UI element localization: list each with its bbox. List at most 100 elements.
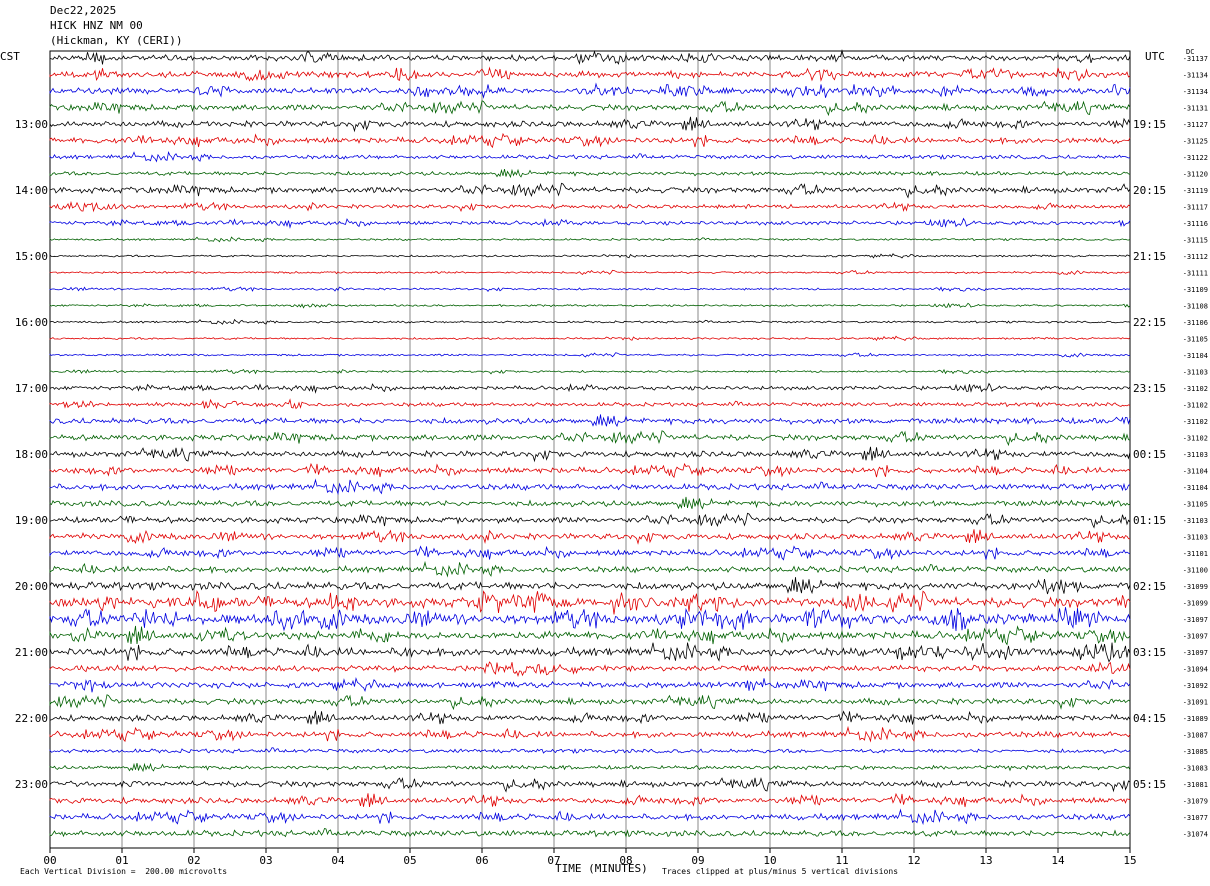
trace-13 bbox=[49, 253, 1131, 259]
x-axis-label: TIME (MINUTES) bbox=[555, 862, 648, 875]
dc-offset-1: -31137 bbox=[1183, 55, 1208, 63]
left-hour-label-1: 13:00 bbox=[15, 118, 48, 131]
left-hour-label-3: 15:00 bbox=[15, 250, 48, 263]
helicorder-plot: 00 01 02 03 04 05 06 07 08 09 10 11 12 13 14 15-31137-3… bbox=[15, 49, 1208, 867]
trace-33 bbox=[49, 577, 1131, 595]
dc-offset-8: -31120 bbox=[1183, 171, 1208, 179]
trace-20 bbox=[49, 368, 1131, 375]
trace-2 bbox=[49, 66, 1131, 82]
trace-46 bbox=[49, 792, 1131, 808]
trace-36 bbox=[49, 625, 1131, 646]
trace-40 bbox=[49, 694, 1131, 711]
dc-offset-6: -31125 bbox=[1183, 138, 1208, 146]
dc-offset-14: -31111 bbox=[1183, 270, 1208, 278]
dc-offset-17: -31106 bbox=[1183, 319, 1208, 327]
trace-23 bbox=[49, 414, 1131, 428]
x-tick-13: 13 bbox=[979, 854, 992, 867]
dc-offset-7: -31122 bbox=[1183, 154, 1208, 162]
trace-8 bbox=[49, 168, 1131, 179]
trace-47 bbox=[49, 808, 1131, 826]
trace-30 bbox=[49, 529, 1131, 545]
left-hour-label-8: 20:00 bbox=[15, 580, 48, 593]
dc-offset-41: -31089 bbox=[1183, 715, 1208, 723]
left-hour-label-11: 23:00 bbox=[15, 778, 48, 791]
x-tick-12: 12 bbox=[907, 854, 920, 867]
left-hour-label-2: 14:00 bbox=[15, 184, 48, 197]
dc-offset-25: -31103 bbox=[1183, 451, 1208, 459]
trace-41 bbox=[49, 710, 1131, 725]
x-tick-02: 02 bbox=[187, 854, 200, 867]
x-tick-04: 04 bbox=[331, 854, 345, 867]
right-hour-label-7: 01:15 bbox=[1133, 514, 1166, 527]
dc-offset-34: -31099 bbox=[1183, 600, 1208, 608]
trace-35 bbox=[49, 607, 1131, 632]
trace-1 bbox=[49, 49, 1131, 65]
trace-10 bbox=[49, 200, 1131, 213]
trace-22 bbox=[49, 398, 1131, 410]
trace-24 bbox=[49, 430, 1131, 447]
clip-note: Traces clipped at plus/minus 5 vertical … bbox=[662, 867, 899, 876]
dc-offset-32: -31100 bbox=[1183, 567, 1208, 575]
dc-offset-36: -31097 bbox=[1183, 633, 1208, 641]
dc-offset-37: -31097 bbox=[1183, 649, 1208, 657]
dc-offset-3: -31134 bbox=[1183, 88, 1208, 96]
left-hour-label-10: 22:00 bbox=[15, 712, 48, 725]
trace-19 bbox=[49, 352, 1131, 358]
trace-26 bbox=[49, 462, 1131, 479]
left-hour-label-4: 16:00 bbox=[15, 316, 48, 329]
right-hour-label-8: 02:15 bbox=[1133, 580, 1166, 593]
dc-offset-38: -31094 bbox=[1183, 666, 1208, 674]
dc-offset-43: -31085 bbox=[1183, 748, 1208, 756]
dc-offset-22: -31102 bbox=[1183, 402, 1208, 410]
right-hour-label-10: 04:15 bbox=[1133, 712, 1166, 725]
trace-4 bbox=[49, 100, 1131, 117]
trace-3 bbox=[49, 82, 1131, 99]
left-hour-label-5: 17:00 bbox=[15, 382, 48, 395]
dc-offset-15: -31109 bbox=[1183, 286, 1208, 294]
trace-48 bbox=[49, 827, 1131, 838]
trace-5 bbox=[49, 116, 1131, 133]
trace-44 bbox=[49, 762, 1131, 773]
left-hour-label-9: 21:00 bbox=[15, 646, 48, 659]
dc-offset-20: -31103 bbox=[1183, 369, 1208, 377]
trace-27 bbox=[49, 478, 1131, 496]
dc-offset-40: -31091 bbox=[1183, 699, 1208, 707]
dc-offset-39: -31092 bbox=[1183, 682, 1208, 690]
trace-38 bbox=[49, 661, 1131, 677]
trace-32 bbox=[49, 560, 1130, 578]
trace-11 bbox=[49, 217, 1131, 229]
x-tick-09: 09 bbox=[691, 854, 704, 867]
dc-offset-18: -31105 bbox=[1183, 336, 1208, 344]
trace-25 bbox=[49, 446, 1131, 463]
x-tick-05: 05 bbox=[403, 854, 416, 867]
dc-offset-30: -31103 bbox=[1183, 534, 1208, 542]
dc-offset-47: -31077 bbox=[1183, 814, 1208, 822]
right-hour-label-3: 21:15 bbox=[1133, 250, 1166, 263]
x-tick-15: 15 bbox=[1123, 854, 1136, 867]
dc-offset-42: -31087 bbox=[1183, 732, 1208, 740]
trace-28 bbox=[49, 496, 1131, 510]
x-tick-06: 06 bbox=[475, 854, 488, 867]
x-tick-11: 11 bbox=[835, 854, 848, 867]
dc-offset-26: -31104 bbox=[1183, 468, 1208, 476]
trace-15 bbox=[49, 286, 1131, 292]
right-hour-label-6: 00:15 bbox=[1133, 448, 1166, 461]
dc-offset-23: -31102 bbox=[1183, 418, 1208, 426]
scale-note: Each Vertical Division = 200.00 microvol… bbox=[20, 867, 228, 876]
x-tick-01: 01 bbox=[115, 854, 128, 867]
right-hour-label-1: 19:15 bbox=[1133, 118, 1166, 131]
dc-offset-29: -31103 bbox=[1183, 517, 1208, 525]
dc-offset-35: -31097 bbox=[1183, 616, 1208, 624]
right-hour-label-11: 05:15 bbox=[1133, 778, 1166, 791]
dc-offset-44: -31083 bbox=[1183, 765, 1208, 773]
x-tick-00: 00 bbox=[43, 854, 56, 867]
left-hour-label-6: 18:00 bbox=[15, 448, 48, 461]
trace-14 bbox=[49, 269, 1130, 276]
dc-offset-5: -31127 bbox=[1183, 121, 1208, 129]
dc-offset-24: -31102 bbox=[1183, 435, 1208, 443]
trace-39 bbox=[49, 677, 1131, 693]
trace-37 bbox=[49, 642, 1131, 663]
trace-18 bbox=[49, 335, 1131, 342]
trace-31 bbox=[49, 545, 1131, 561]
right-hour-label-9: 03:15 bbox=[1133, 646, 1166, 659]
